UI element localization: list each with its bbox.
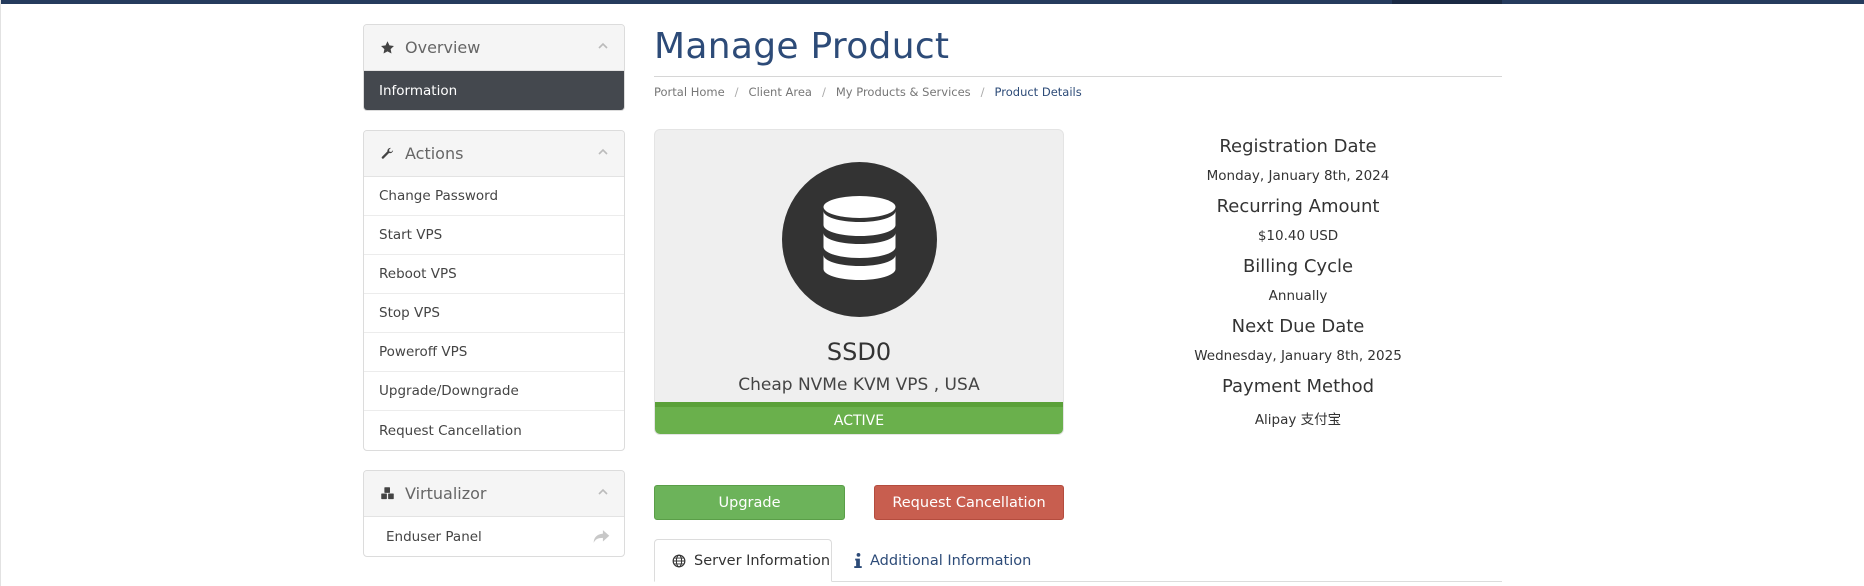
breadcrumb: Portal Home / Client Area / My Products … [654, 85, 1082, 99]
status-badge: ACTIVE [655, 402, 1063, 434]
virtualizor-panel-header[interactable]: Virtualizor [364, 471, 624, 517]
sidebar-item-change-password[interactable]: Change Password [364, 177, 624, 216]
payment-method-value: Alipay 支付宝 [1254, 412, 1342, 428]
product-group: Cheap NVMe KVM VPS , USA [738, 375, 980, 395]
billing-cycle-value-block: Annually [1098, 288, 1498, 304]
breadcrumb-portal-home[interactable]: Portal Home [654, 85, 725, 99]
virtualizor-panel-title: Virtualizor [405, 484, 487, 503]
info-icon [854, 553, 862, 568]
sidebar-item-request-cancellation[interactable]: Request Cancellation [364, 411, 624, 450]
sidebar-item-reboot-vps[interactable]: Reboot VPS [364, 255, 624, 294]
actions-panel-header[interactable]: Actions [364, 131, 624, 177]
payment-method-label: Payment Method [1221, 376, 1375, 397]
page-title: Manage Product [654, 26, 950, 67]
sidebar-item-label: Enduser Panel [386, 528, 482, 545]
sidebar-item-stop-vps[interactable]: Stop VPS [364, 294, 624, 333]
payment-method-block: Payment Method [1098, 376, 1498, 397]
sidebar-item-upgrade-downgrade[interactable]: Upgrade/Downgrade [364, 372, 624, 411]
recurring-amount-value: $10.40 USD [1257, 228, 1339, 244]
registration-date-value-block: Monday, January 8th, 2024 [1098, 168, 1498, 184]
registration-date-label: Registration Date [1219, 136, 1377, 157]
payment-method-value-block: Alipay 支付宝 [1098, 408, 1498, 428]
title-divider [654, 76, 1502, 77]
actions-panel: Actions Change Password Start VPS Reboot… [363, 130, 625, 451]
database-icon [823, 196, 896, 280]
virtualizor-panel: Virtualizor Enduser Panel [363, 470, 625, 557]
top-nav-bar [0, 0, 1864, 4]
tab-label: Server Information [694, 552, 831, 569]
registration-date-block: Registration Date [1098, 136, 1498, 157]
recurring-amount-block: Recurring Amount [1098, 196, 1498, 217]
top-nav-accent [1392, 0, 1502, 4]
request-cancellation-button[interactable]: Request Cancellation [874, 485, 1064, 520]
breadcrumb-products-services[interactable]: My Products & Services [836, 85, 971, 99]
share-icon [593, 530, 610, 543]
product-name: SSD0 [826, 338, 892, 366]
overview-panel: Overview Information [363, 24, 625, 111]
sidebar-item-start-vps[interactable]: Start VPS [364, 216, 624, 255]
registration-date-value: Monday, January 8th, 2024 [1206, 168, 1390, 184]
actions-panel-title: Actions [405, 144, 464, 163]
chevron-up-icon[interactable] [596, 485, 610, 499]
tab-label: Additional Information [870, 552, 1032, 569]
sidebar-item-poweroff-vps[interactable]: Poweroff VPS [364, 333, 624, 372]
globe-icon [672, 554, 686, 568]
recurring-amount-value-block: $10.40 USD [1098, 228, 1498, 244]
billing-cycle-block: Billing Cycle [1098, 256, 1498, 277]
tab-additional-information[interactable]: Additional Information [850, 539, 1031, 582]
next-due-date-label: Next Due Date [1231, 316, 1365, 337]
next-due-date-block: Next Due Date [1098, 316, 1498, 337]
breadcrumb-separator: / [821, 85, 826, 99]
next-due-date-value-block: Wednesday, January 8th, 2025 [1098, 348, 1498, 364]
chevron-up-icon[interactable] [596, 145, 610, 159]
wrench-icon [379, 146, 395, 162]
breadcrumb-separator: / [734, 85, 739, 99]
overview-panel-header[interactable]: Overview [364, 25, 624, 71]
upgrade-button[interactable]: Upgrade [654, 485, 845, 520]
recurring-amount-label: Recurring Amount [1216, 196, 1380, 217]
billing-cycle-value: Annually [1268, 288, 1328, 304]
overview-panel-title: Overview [405, 38, 481, 57]
product-card: SSD0 Cheap NVMe KVM VPS , USA ACTIVE [654, 129, 1064, 435]
sidebar-item-enduser-panel[interactable]: Enduser Panel [364, 517, 624, 556]
product-icon-circle [782, 162, 937, 317]
breadcrumb-separator: / [980, 85, 985, 99]
star-icon [379, 40, 395, 56]
sidebar-item-information[interactable]: Information [364, 71, 624, 110]
tab-server-information[interactable]: Server Information [654, 539, 832, 582]
billing-cycle-label: Billing Cycle [1242, 256, 1354, 277]
breadcrumb-product-details: Product Details [994, 85, 1082, 99]
chevron-up-icon[interactable] [596, 39, 610, 53]
breadcrumb-client-area[interactable]: Client Area [749, 85, 812, 99]
page-edge [0, 0, 1, 586]
next-due-date-value: Wednesday, January 8th, 2025 [1194, 348, 1402, 364]
cubes-icon [379, 486, 395, 502]
